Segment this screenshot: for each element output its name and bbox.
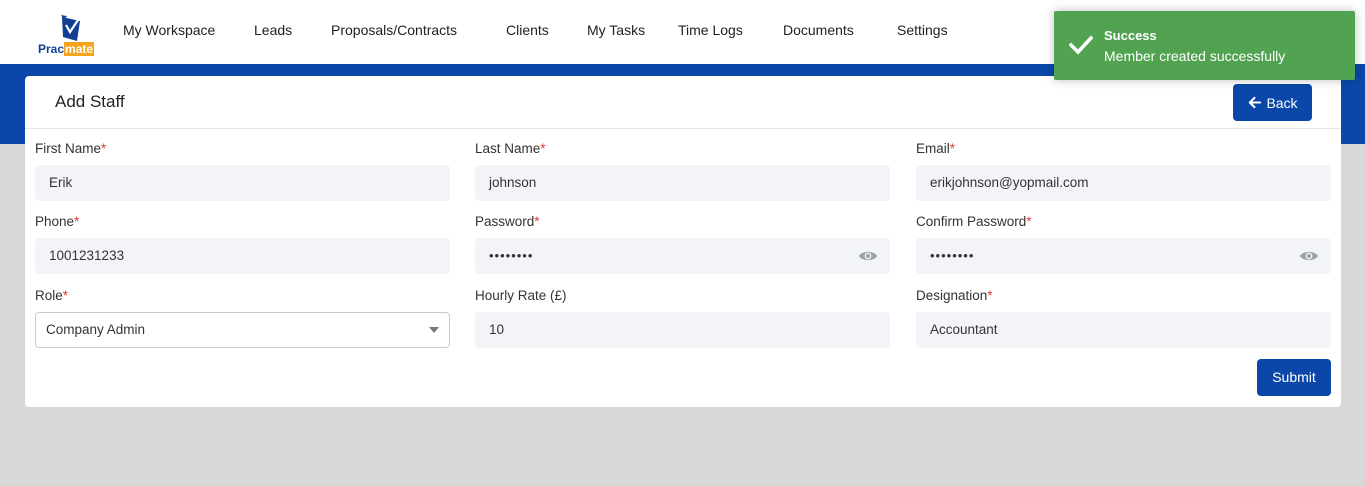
designation-input[interactable]: Accountant	[916, 312, 1331, 348]
eye-icon[interactable]	[1299, 248, 1319, 264]
password-input[interactable]: ••••••••	[475, 238, 890, 274]
caret-down-icon	[429, 327, 439, 333]
nav-leads[interactable]: Leads	[254, 21, 292, 39]
required-mark: *	[1026, 214, 1032, 229]
email-input[interactable]: erikjohnson@yopmail.com	[916, 165, 1331, 201]
pracmate-logo[interactable]: Pracmate	[38, 13, 102, 59]
required-mark: *	[74, 214, 80, 229]
email-label: Email*	[916, 141, 955, 157]
confirm-password-label-text: Confirm Password	[916, 214, 1027, 229]
toast-title: Success	[1104, 28, 1157, 43]
nav-my-tasks[interactable]: My Tasks	[587, 21, 645, 39]
last-name-label: Last Name*	[475, 141, 546, 157]
phone-input[interactable]: 1001231233	[35, 238, 450, 274]
eye-icon[interactable]	[858, 248, 878, 264]
phone-label-text: Phone	[35, 214, 75, 229]
logo-wordmark: Pracmate	[38, 42, 95, 56]
logo-mark-icon	[61, 15, 80, 41]
nav-proposals-contracts[interactable]: Proposals/Contracts	[331, 21, 457, 39]
designation-label: Designation*	[916, 288, 993, 304]
role-select-value: Company Admin	[46, 322, 146, 337]
phone-label: Phone*	[35, 214, 79, 230]
required-mark: *	[101, 141, 107, 156]
first-name-label-text: First Name	[35, 141, 102, 156]
password-label: Password*	[475, 214, 540, 230]
nav-my-workspace[interactable]: My Workspace	[123, 21, 215, 39]
back-button[interactable]: Back	[1233, 84, 1312, 121]
submit-button[interactable]: Submit	[1257, 359, 1331, 396]
required-mark: *	[949, 141, 956, 156]
confirm-password-input[interactable]: ••••••••	[916, 238, 1331, 274]
required-mark: *	[540, 141, 546, 156]
first-name-input[interactable]: Erik	[35, 165, 450, 201]
required-mark: *	[62, 288, 69, 303]
hourly-rate-input[interactable]: 10	[475, 312, 890, 348]
password-label-text: Password	[475, 214, 535, 229]
arrow-left-icon	[1249, 96, 1262, 109]
success-toast[interactable]: Success Member created successfully	[1054, 11, 1355, 80]
add-staff-card: Add Staff Back First Name* Erik Last Nam…	[25, 76, 1341, 407]
nav-time-logs[interactable]: Time Logs	[678, 21, 743, 39]
confirm-password-label: Confirm Password*	[916, 214, 1032, 230]
required-mark: *	[534, 214, 540, 229]
role-label-text: Role	[35, 288, 63, 303]
required-mark: *	[987, 288, 993, 303]
role-label: Role*	[35, 288, 68, 304]
password-value: ••••••••	[489, 248, 534, 263]
toast-message: Member created successfully	[1104, 48, 1286, 64]
role-select[interactable]: Company Admin	[35, 312, 450, 348]
checkmark-icon	[1069, 35, 1093, 55]
logo-text-mate: mate	[64, 42, 95, 56]
last-name-label-text: Last Name	[475, 141, 541, 156]
last-name-input[interactable]: johnson	[475, 165, 890, 201]
hourly-rate-label: Hourly Rate (£)	[475, 288, 567, 303]
confirm-password-value: ••••••••	[930, 248, 975, 263]
page-title: Add Staff	[55, 92, 125, 111]
logo-text-prac: Prac	[38, 42, 65, 56]
nav-settings[interactable]: Settings	[897, 21, 948, 39]
nav-documents[interactable]: Documents	[783, 21, 854, 39]
designation-label-text: Designation	[916, 288, 988, 303]
card-header: Add Staff Back	[25, 76, 1341, 129]
nav-clients[interactable]: Clients	[506, 21, 549, 39]
back-button-label: Back	[1266, 94, 1298, 111]
first-name-label: First Name*	[35, 141, 106, 157]
email-label-text: Email	[916, 141, 950, 156]
